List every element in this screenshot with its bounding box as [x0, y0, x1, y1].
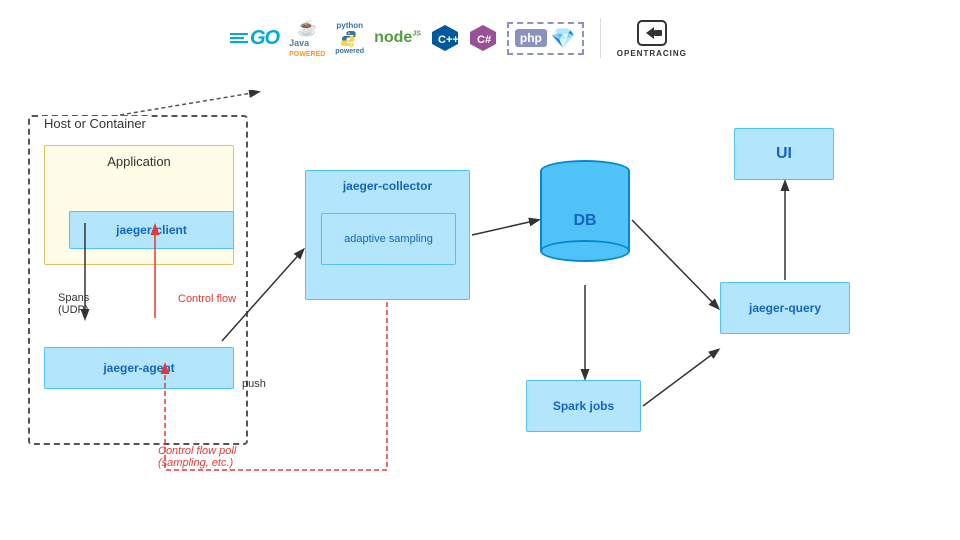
ui-label: UI: [776, 145, 792, 163]
logos-bar: GO ☕ JavaPOWERED python powered nodeJS C…: [230, 18, 687, 58]
control-flow-poll-label: Control flow poll (sampling, etc.): [158, 445, 236, 469]
svg-text:C++: C++: [438, 34, 459, 46]
opentracing-logo: OPENTRACING: [617, 19, 687, 58]
architecture-diagram: Host or Container Application jaeger-cli…: [10, 90, 950, 520]
jaeger-agent-box: jaeger-agent: [44, 347, 234, 389]
jaeger-client-label: jaeger-client: [116, 223, 187, 237]
spark-jobs-label: Spark jobs: [553, 399, 614, 413]
svg-text:C#: C#: [477, 34, 491, 46]
spark-jobs-box: Spark jobs: [526, 380, 641, 432]
db-label: DB: [540, 212, 630, 230]
node-logo: nodeJS: [374, 29, 421, 47]
application-box: Application jaeger-client: [44, 145, 234, 265]
control-flow-label: Control flow: [178, 292, 236, 306]
go-logo: GO: [230, 27, 279, 50]
push-label: push: [242, 378, 266, 390]
jaeger-agent-label: jaeger-agent: [103, 361, 174, 375]
host-container-box: Host or Container Application jaeger-cli…: [28, 115, 248, 445]
spans-udp-label: Spans (UDP): [58, 292, 89, 316]
ui-box: UI: [734, 128, 834, 180]
host-label: Host or Container: [40, 116, 150, 131]
cpp-logo: C++: [431, 24, 459, 52]
database-container: DB: [540, 160, 630, 262]
java-logo: ☕ JavaPOWERED: [289, 18, 325, 58]
db-bottom: [540, 240, 630, 262]
adaptive-sampling-box: adaptive sampling: [321, 213, 456, 265]
python-logo: python powered: [335, 21, 364, 55]
jaeger-query-box: jaeger-query: [720, 282, 850, 334]
jaeger-collector-label: jaeger-collector: [306, 171, 469, 199]
db-body: [540, 171, 630, 251]
jaeger-collector-box: jaeger-collector adaptive sampling: [305, 170, 470, 300]
adaptive-sampling-label: adaptive sampling: [344, 233, 433, 245]
jaeger-query-label: jaeger-query: [749, 301, 821, 315]
application-label: Application: [45, 146, 233, 173]
csharp-logo: C#: [469, 24, 497, 52]
separator: [600, 18, 601, 58]
ruby-logo: 💎: [551, 26, 576, 51]
db-cylinder: [540, 160, 630, 262]
jaeger-client-box: jaeger-client: [69, 211, 234, 249]
php-ruby-box: php 💎: [507, 22, 584, 55]
